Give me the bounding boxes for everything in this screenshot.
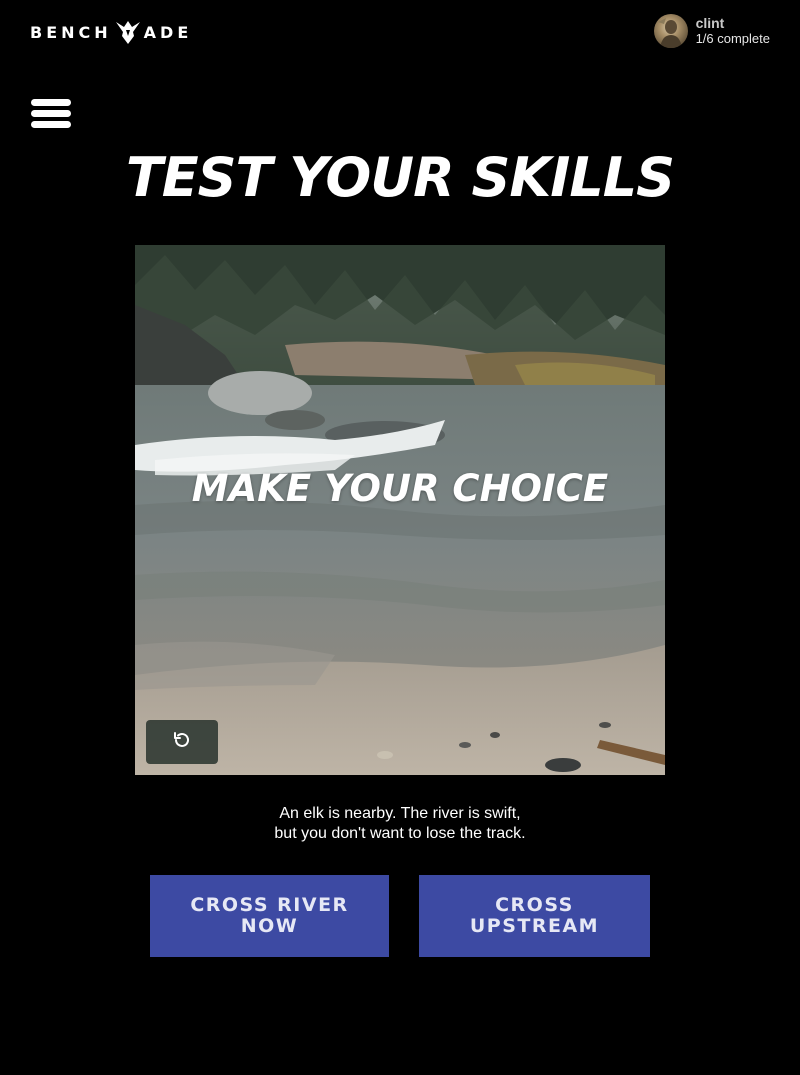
page-title: TEST YOUR SKILLS [125, 146, 675, 209]
benchmade-logo[interactable]: BENCH ADE [30, 18, 192, 46]
logo-text-right: ADE [143, 22, 193, 42]
choice-2-line-2: UPSTREAM [469, 915, 600, 937]
replay-icon [171, 729, 193, 756]
choice-1-line-2: NOW [240, 915, 299, 937]
cross-upstream-button[interactable]: CROSS UPSTREAM [419, 875, 650, 957]
cross-river-now-button[interactable]: CROSS RIVER NOW [150, 875, 389, 957]
replay-button[interactable] [146, 720, 218, 764]
hamburger-menu-icon[interactable] [31, 99, 71, 128]
river-scene-image [135, 245, 665, 775]
logo-text-left: BENCH [30, 22, 112, 42]
user-info: clint 1/6 complete [696, 15, 770, 47]
butterfly-logo-icon [113, 18, 143, 46]
choice-1-line-1: CROSS RIVER [190, 894, 349, 916]
description-line-1: An elk is nearby. The river is swift, [279, 805, 521, 822]
description-line-2: but you don't want to lose the track. [274, 825, 526, 842]
scenario-description: An elk is nearby. The river is swift, bu… [0, 804, 800, 844]
user-profile[interactable]: clint 1/6 complete [653, 14, 770, 48]
make-your-choice-text: MAKE YOUR CHOICE [191, 467, 609, 510]
user-progress: 1/6 complete [695, 31, 770, 46]
video-player[interactable]: MAKE YOUR CHOICE [135, 245, 665, 775]
user-name: clint [695, 15, 725, 31]
page: BENCH ADE clint 1/6 complete TEST YOUR S… [0, 0, 800, 1075]
avatar [653, 14, 688, 48]
menu-bar [31, 110, 71, 117]
menu-bar [31, 99, 71, 106]
menu-bar [31, 121, 71, 128]
choice-2-line-1: CROSS [495, 894, 574, 916]
